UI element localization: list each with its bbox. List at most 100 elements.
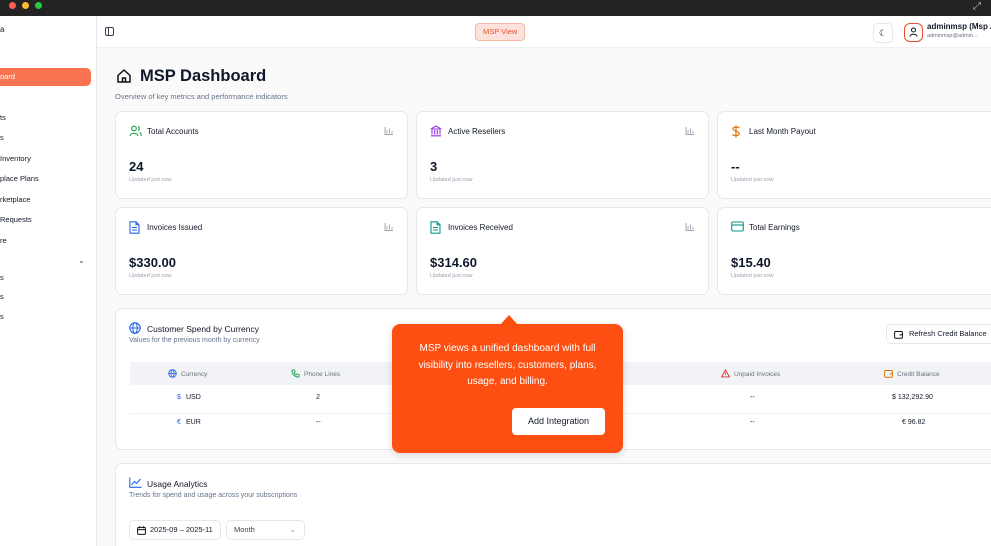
usage-analytics-section: Usage Analytics Trends for spend and usa… (115, 463, 991, 546)
card-value: $314.60 (430, 255, 477, 270)
user-email: adminmsp@admin... (927, 33, 978, 39)
card-value: $330.00 (129, 255, 176, 270)
sidebar-item-sub-3[interactable]: s (0, 312, 4, 321)
sidebar-item-marketplace[interactable]: rketplace (0, 195, 30, 204)
sidebar-item-sub-1[interactable]: s (0, 273, 4, 282)
phone-lines-value: 2 (316, 394, 320, 401)
refresh-credit-balance-button[interactable]: Refresh Credit Balance (886, 324, 991, 344)
card-title: Active Resellers (448, 127, 506, 136)
credit-card-icon (731, 221, 744, 232)
users-icon (129, 125, 142, 137)
user-avatar[interactable] (904, 23, 923, 42)
globe-icon (129, 322, 141, 334)
refresh-label: Refresh Credit Balance (909, 329, 987, 338)
user-name[interactable]: adminmsp (Msp A (927, 22, 991, 31)
chevron-down-icon: ⌄ (289, 525, 296, 534)
currency-symbol: € (177, 419, 181, 426)
credit-balance-value: € 96.82 (902, 419, 926, 426)
globe-icon (168, 369, 177, 378)
currency-code: USD (186, 394, 201, 401)
fullscreen-icon[interactable]: ⤢ (973, 1, 981, 12)
sidebar-item-accounts[interactable]: ts (0, 113, 6, 122)
section-title: Customer Spend by Currency (147, 324, 259, 334)
column-header-credit-balance: Credit Balance (884, 369, 940, 378)
section-title: Usage Analytics (147, 479, 208, 489)
sidebar-brand: a (0, 25, 5, 34)
page-subtitle: Overview of key metrics and performance … (115, 92, 288, 101)
column-header-unpaid-invoices: Unpaid Invoices (720, 368, 780, 378)
document-icon (129, 221, 140, 234)
card-value: $15.40 (731, 255, 771, 270)
currency-symbol: $ (177, 394, 181, 401)
section-subtitle: Trends for spend and usage across your s… (129, 492, 298, 499)
card-title: Last Month Payout (749, 127, 816, 136)
stat-card-active-resellers[interactable]: Active Resellers 3 Updated just now (416, 111, 709, 199)
top-bar: MSP View ☾ adminmsp (Msp A adminmsp@admi… (97, 16, 991, 48)
unpaid-value: -- (750, 419, 755, 426)
card-updated: Updated just now (129, 177, 172, 183)
chevron-down-icon[interactable]: ⌄ (78, 256, 85, 265)
stat-card-invoices-issued[interactable]: Invoices Issued $330.00 Updated just now (115, 207, 408, 295)
stat-card-total-earnings[interactable]: Total Earnings $15.40 Updated just now (717, 207, 991, 295)
card-title: Invoices Received (448, 223, 513, 232)
card-title: Invoices Issued (147, 223, 203, 232)
card-updated: Updated just now (731, 177, 774, 183)
sidebar-item-sub-2[interactable]: s (0, 292, 4, 301)
section-subtitle: Values for the previous month by currenc… (129, 337, 260, 344)
sidebar-item-requests[interactable]: Requests (0, 215, 32, 224)
card-updated: Updated just now (430, 177, 473, 183)
sidebar-item-resellers[interactable]: s (0, 133, 4, 142)
wallet-icon (894, 331, 903, 339)
maximize-window-button[interactable] (35, 2, 42, 9)
stat-card-invoices-received[interactable]: Invoices Received $314.60 Updated just n… (416, 207, 709, 295)
sidebar: a oard ts s Inventory place Plans rketpl… (0, 16, 97, 546)
minimize-window-button[interactable] (22, 2, 29, 9)
column-header-phone-lines: Phone Lines (291, 369, 340, 378)
bar-chart-icon[interactable] (685, 127, 694, 135)
date-range-picker[interactable]: 2025-09 – 2025-11 (129, 520, 221, 540)
card-title: Total Accounts (147, 127, 199, 136)
onboarding-tooltip: MSP views a unified dashboard with full … (392, 315, 623, 453)
add-integration-button[interactable]: Add Integration (512, 408, 605, 435)
period-value: Month (234, 525, 255, 534)
bank-icon (430, 125, 442, 137)
user-icon (909, 27, 918, 37)
card-value: -- (731, 159, 740, 174)
calendar-icon (137, 526, 146, 535)
dollar-icon (732, 125, 740, 138)
bar-chart-icon[interactable] (685, 223, 694, 231)
currency-code: EUR (186, 419, 201, 426)
card-updated: Updated just now (430, 273, 473, 279)
date-range-label: 2025-09 – 2025-11 (150, 525, 213, 534)
phone-icon (291, 369, 300, 378)
stat-card-last-month-payout[interactable]: Last Month Payout -- Updated just now (717, 111, 991, 199)
sidebar-item-marketplace-plans[interactable]: place Plans (0, 174, 39, 183)
main-content: MSP Dashboard Overview of key metrics an… (97, 48, 991, 546)
theme-toggle-button[interactable]: ☾ (873, 23, 893, 43)
bar-chart-icon[interactable] (384, 223, 393, 231)
sidebar-item-dashboard[interactable]: oard (0, 68, 91, 86)
unpaid-value: -- (750, 394, 755, 401)
card-value: 24 (129, 159, 144, 174)
window-titlebar: ⤢ (0, 0, 991, 16)
warning-icon (720, 368, 731, 378)
trend-chart-icon (129, 477, 142, 488)
card-updated: Updated just now (129, 273, 172, 279)
credit-balance-value: $ 132,292.90 (892, 394, 933, 401)
sidebar-toggle-icon[interactable] (105, 27, 114, 36)
period-select[interactable]: Month ⌄ (226, 520, 305, 540)
sidebar-item-store[interactable]: re (0, 236, 7, 245)
wallet-icon (884, 370, 893, 378)
card-value: 3 (430, 159, 438, 174)
phone-lines-value: -- (316, 419, 321, 426)
close-window-button[interactable] (9, 2, 16, 9)
card-updated: Updated just now (731, 273, 774, 279)
bar-chart-icon[interactable] (384, 127, 393, 135)
stat-card-total-accounts[interactable]: Total Accounts 24 Updated just now (115, 111, 408, 199)
tooltip-text: MSP views a unified dashboard with full … (418, 343, 597, 387)
view-badge: MSP View (475, 23, 526, 41)
card-title: Total Earnings (749, 223, 800, 232)
sidebar-item-inventory[interactable]: Inventory (0, 154, 31, 163)
column-header-currency: Currency (168, 369, 207, 378)
document-icon (430, 221, 441, 234)
